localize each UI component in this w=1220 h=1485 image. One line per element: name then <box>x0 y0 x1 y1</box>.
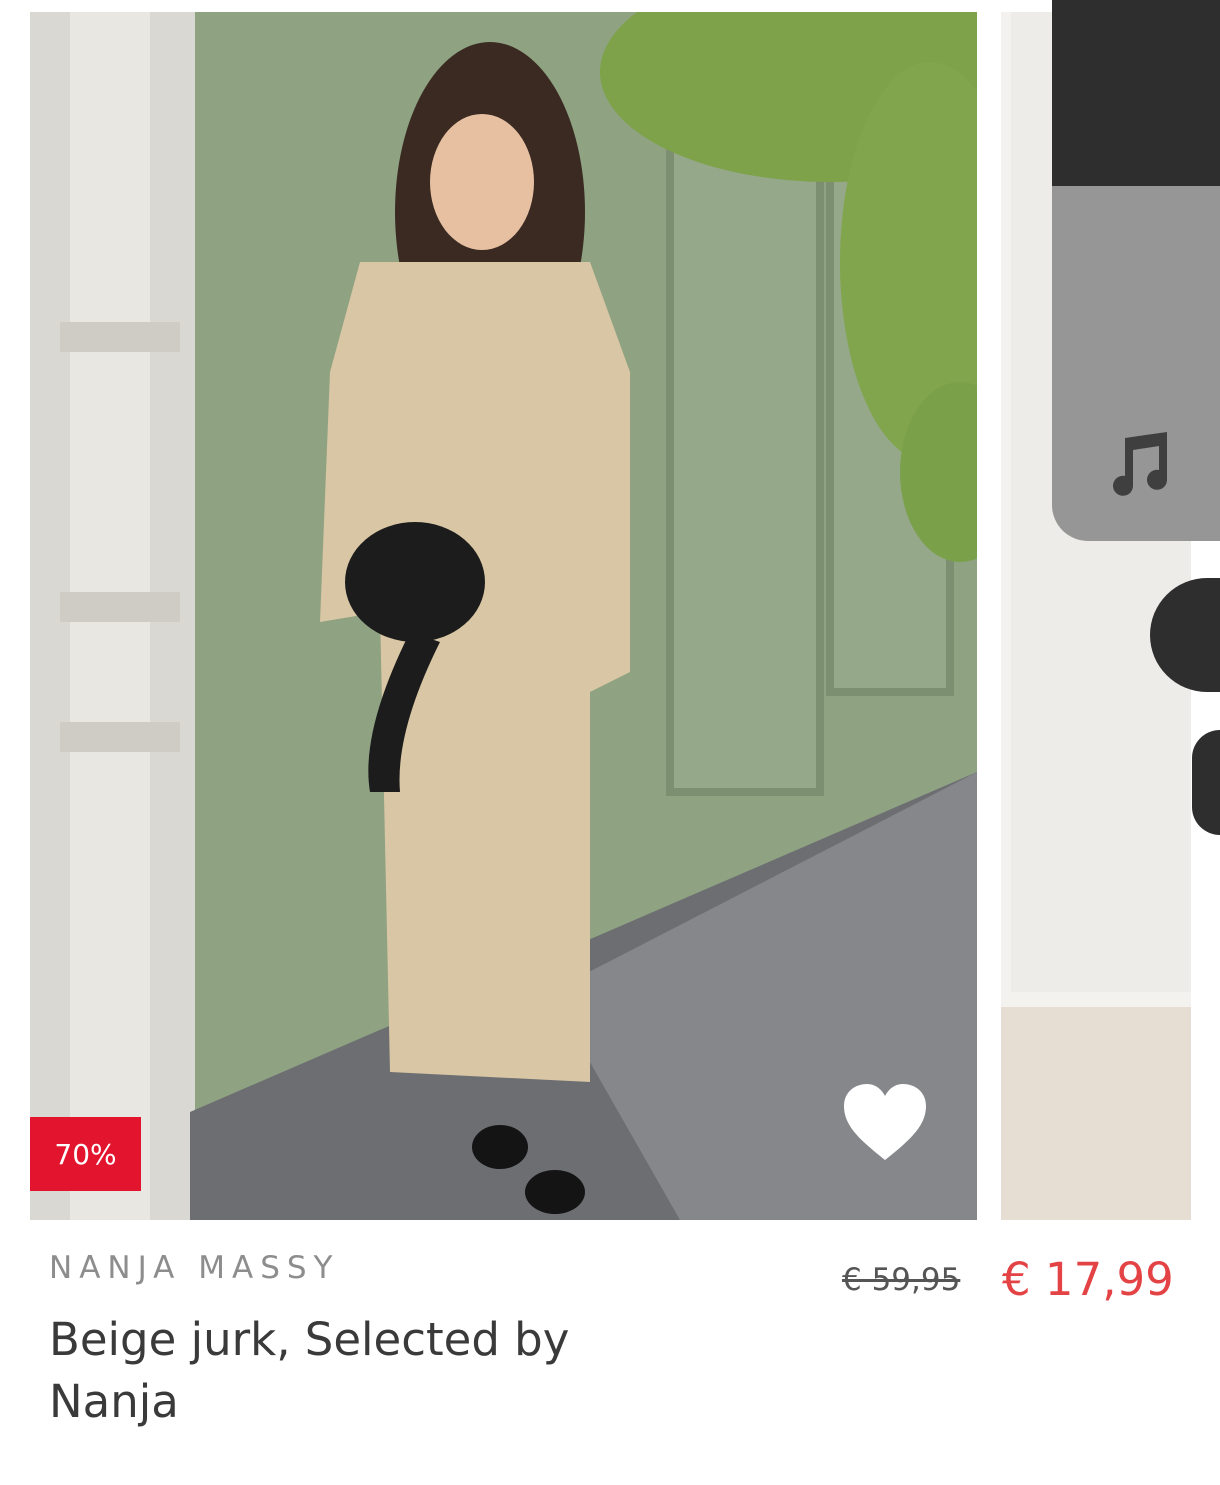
sale-price: € 17,99 <box>1002 1253 1174 1306</box>
side-action-button-2[interactable] <box>1192 730 1220 835</box>
product-title[interactable]: Beige jurk, Selected by Nanja <box>49 1309 669 1433</box>
heart-icon <box>844 1084 926 1160</box>
favorite-heart-icon[interactable] <box>840 1082 930 1162</box>
discount-badge: 70% <box>30 1117 141 1191</box>
music-note-icon[interactable] <box>1109 432 1173 500</box>
product-image[interactable] <box>30 12 977 1220</box>
music-panel-top <box>1052 0 1220 186</box>
old-price: € 59,95 <box>842 1262 961 1298</box>
product-photo-illustration <box>30 12 977 1220</box>
brand-name: NANJA MASSY <box>49 1250 340 1286</box>
music-panel[interactable] <box>1052 0 1220 541</box>
